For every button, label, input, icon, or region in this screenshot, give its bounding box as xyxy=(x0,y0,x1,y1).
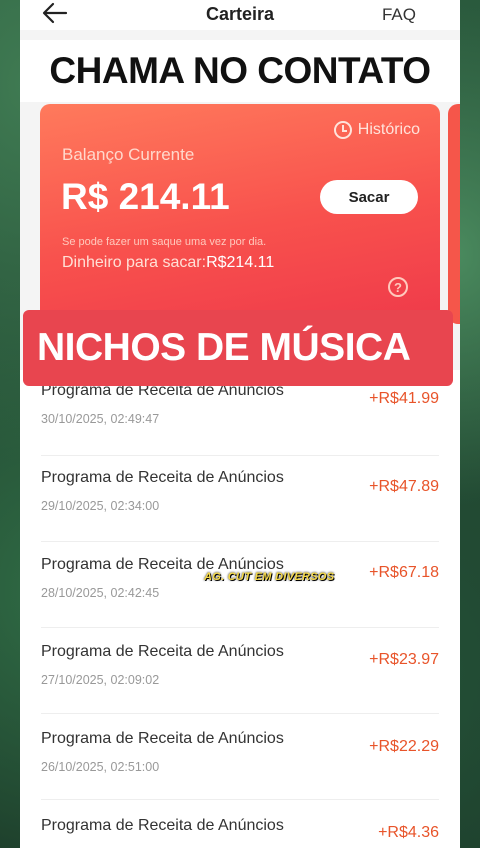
transaction-date: 27/10/2025, 02:09:02 xyxy=(41,673,160,687)
withdraw-button[interactable]: Sacar xyxy=(320,180,418,214)
transaction-date: 29/10/2025, 02:34:00 xyxy=(41,499,160,513)
transaction-name: Programa de Receita de Anúncios xyxy=(41,730,284,747)
balance-value: R$ 214.11 xyxy=(61,176,230,217)
transaction-name: Programa de Receita de Anúncios xyxy=(41,469,284,486)
video-caption: AG. CUT EM DIVERSOS xyxy=(204,571,335,583)
history-link[interactable]: Histórico xyxy=(333,121,420,139)
transaction-amount: +R$23.97 xyxy=(369,651,439,668)
transaction-date: 30/10/2025, 02:49:47 xyxy=(41,412,160,426)
overlay-banner-contact: CHAMA NO CONTATO xyxy=(20,40,460,102)
transaction-row[interactable]: Programa de Receita de Anúncios 28/10/20… xyxy=(20,542,460,628)
transaction-row[interactable]: Programa de Receita de Anúncios 26/10/20… xyxy=(20,714,460,800)
transaction-date: 28/10/2025, 02:42:45 xyxy=(41,586,160,600)
faq-link[interactable]: FAQ xyxy=(382,5,416,25)
top-bar: Carteira FAQ xyxy=(20,0,460,30)
help-icon[interactable]: ? xyxy=(388,277,408,297)
transaction-name: Programa de Receita de Anúncios xyxy=(41,643,284,660)
transaction-amount: +R$47.89 xyxy=(369,478,439,495)
transaction-row[interactable]: Programa de Receita de Anúncios +R$4.36 xyxy=(20,800,460,848)
clock-icon xyxy=(333,121,352,139)
balance-label: Balanço Currente xyxy=(62,145,195,164)
transaction-date: 26/10/2025, 02:51:00 xyxy=(41,760,160,774)
overlay-banner-music: NICHOS DE MÚSICA xyxy=(23,310,453,386)
transaction-name: Programa de Receita de Anúncios xyxy=(41,817,284,834)
available-label: Dinheiro para sacar: xyxy=(62,254,207,271)
history-label: Histórico xyxy=(357,121,420,138)
transaction-amount: +R$22.29 xyxy=(369,738,439,755)
wallet-screen: Carteira FAQ CHAMA NO CONTATO Programa d… xyxy=(20,0,460,848)
transaction-amount: +R$4.36 xyxy=(378,824,439,841)
withdraw-note: Se pode fazer um saque uma vez por dia. xyxy=(62,236,267,248)
transaction-amount: +R$67.18 xyxy=(369,564,439,581)
balance-card: Histórico Balanço Currente R$ 214.11 Sac… xyxy=(40,104,440,324)
transaction-row[interactable]: Programa de Receita de Anúncios 27/10/20… xyxy=(20,628,460,714)
next-card-peek xyxy=(448,104,460,324)
available-value: R$214.11 xyxy=(206,254,275,271)
transaction-amount: +R$41.99 xyxy=(369,390,439,407)
available-amount: Dinheiro para sacar:R$214.11 xyxy=(62,254,274,272)
transaction-row[interactable]: Programa de Receita de Anúncios 29/10/20… xyxy=(20,456,460,542)
